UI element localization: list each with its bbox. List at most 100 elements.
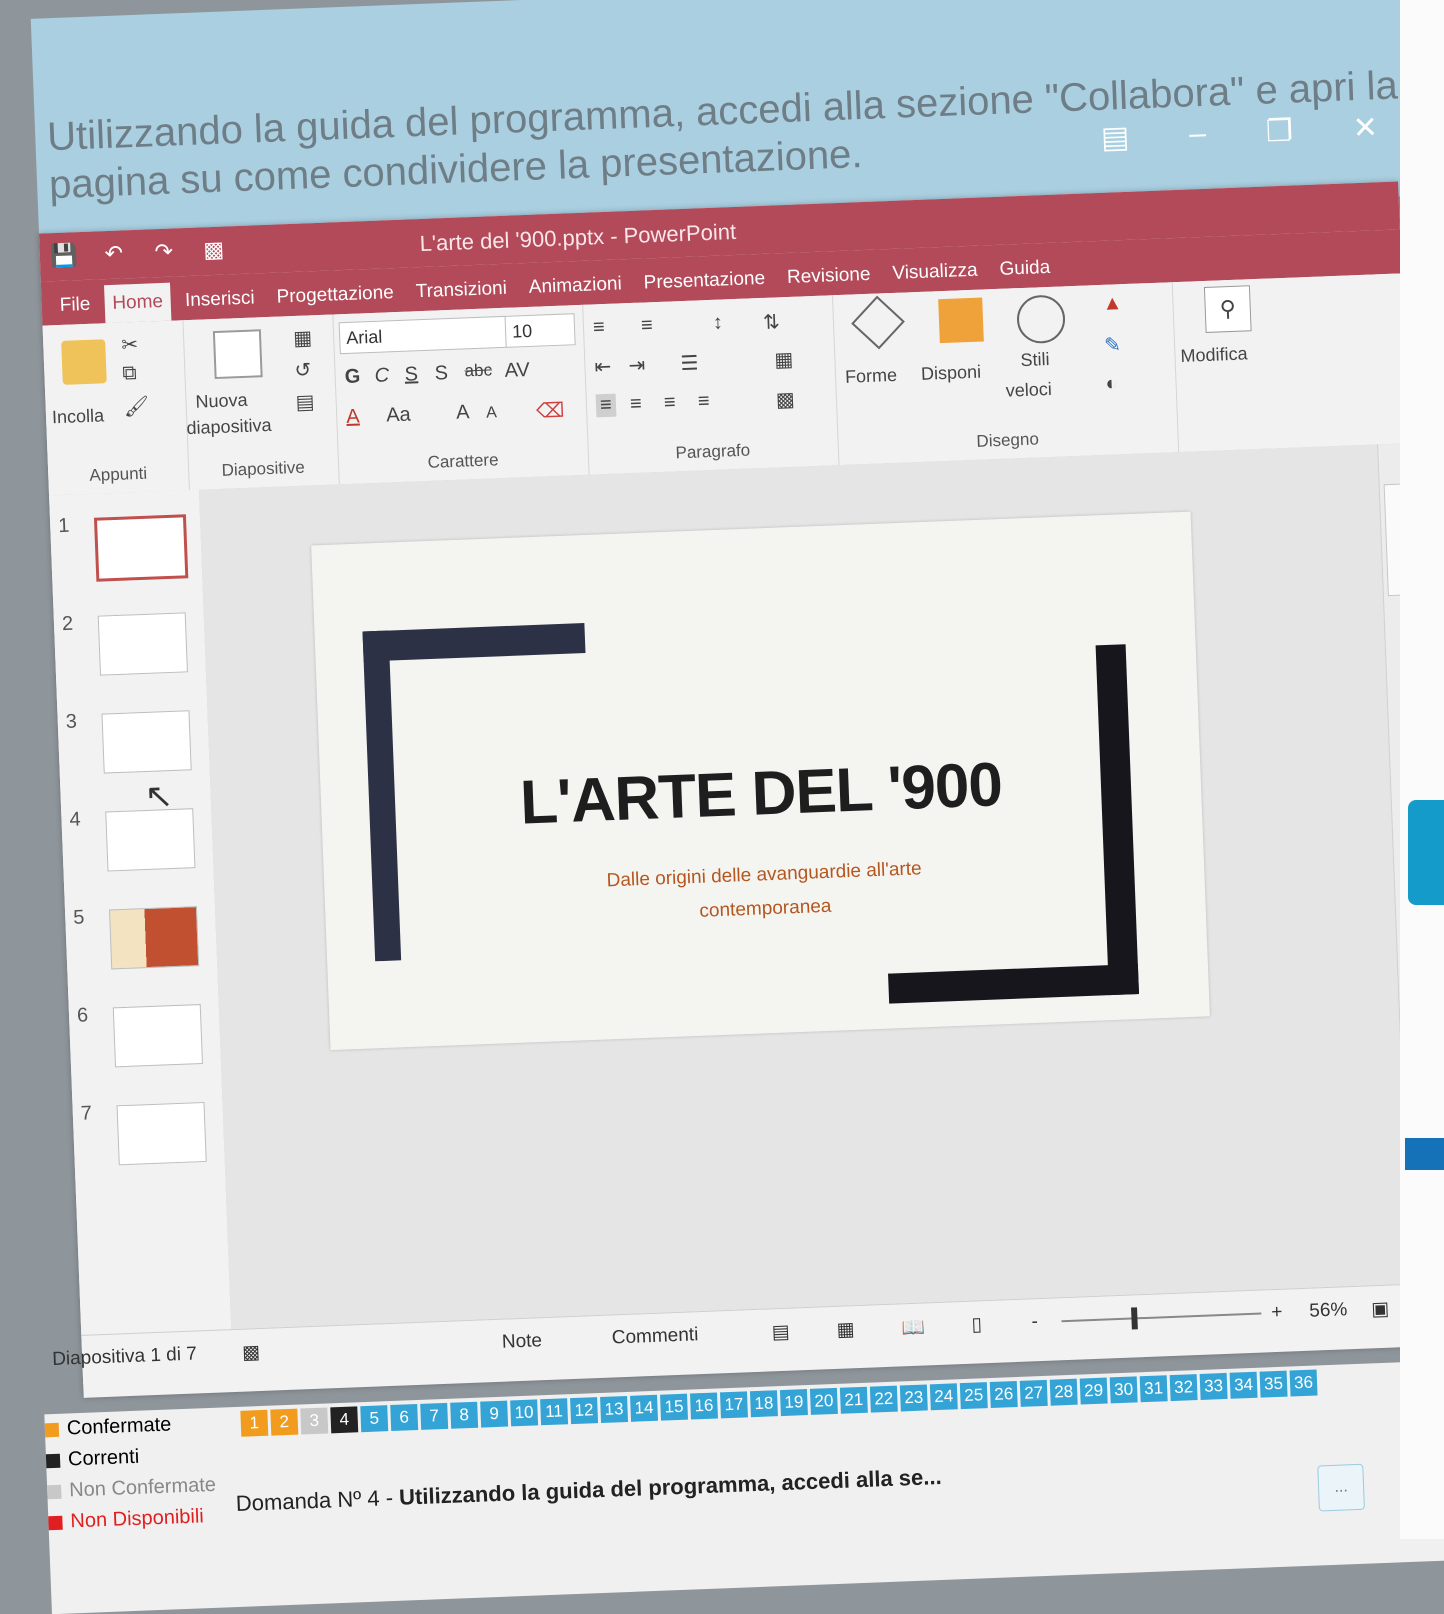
thumbnail-row[interactable]: 6 (77, 999, 220, 1074)
question-number-button[interactable]: 26 (989, 1380, 1018, 1409)
question-number-button[interactable]: 11 (540, 1398, 569, 1426)
paste-icon[interactable] (61, 339, 107, 385)
question-number-button[interactable]: 31 (1139, 1375, 1168, 1403)
clear-format-icon[interactable]: ⌫ (536, 398, 565, 424)
zoom-out-button[interactable]: - (1031, 1311, 1038, 1333)
question-number-button[interactable]: 6 (390, 1404, 419, 1432)
question-number-button[interactable]: 36 (1289, 1369, 1318, 1397)
question-number-button[interactable]: 18 (749, 1390, 778, 1418)
align-text-icon[interactable]: ▦ (774, 347, 794, 373)
comments-button[interactable]: Commenti (611, 1324, 698, 1349)
thumbnail-row[interactable]: 1 (58, 510, 201, 585)
more-button[interactable]: ... (1317, 1463, 1365, 1512)
bold-button[interactable]: G (344, 365, 360, 389)
question-number-button[interactable]: 3 (300, 1407, 329, 1435)
normal-view-icon[interactable]: ▤ (771, 1321, 790, 1345)
shapes-button[interactable]: Forme (845, 365, 898, 388)
align-right-icon[interactable]: ≡ (664, 391, 677, 414)
shapes-icon[interactable] (851, 295, 905, 350)
question-number-button[interactable]: 5 (360, 1405, 389, 1433)
slideshow-icon[interactable]: ▯ (971, 1313, 982, 1336)
new-slide-icon[interactable] (212, 329, 263, 380)
thumbnail-row[interactable]: 3 (65, 706, 208, 781)
tab-help[interactable]: Guida (991, 249, 1059, 290)
format-painter-icon[interactable]: 🖌 (123, 394, 149, 420)
thumbnail-row[interactable]: 7 (80, 1097, 223, 1172)
minimize-icon[interactable]: – (1189, 117, 1207, 153)
slide-thumbnail[interactable] (112, 1004, 203, 1068)
save-icon[interactable]: 💾 (49, 242, 78, 269)
start-from-beginning-icon[interactable]: ▩ (199, 236, 228, 263)
question-number-button[interactable]: 27 (1019, 1379, 1048, 1407)
close-icon[interactable]: ✕ (1352, 110, 1378, 146)
tab-view[interactable]: Visualizza (884, 251, 987, 293)
italic-button[interactable]: C (374, 364, 389, 388)
align-left-icon[interactable]: ≡ (595, 393, 617, 418)
font-size-field[interactable]: 10 (504, 313, 576, 348)
tab-review[interactable]: Revisione (778, 255, 879, 297)
shrink-font-button[interactable]: A (486, 404, 497, 422)
thumbnail-row[interactable]: 4 (69, 804, 212, 879)
question-number-button[interactable]: 24 (929, 1383, 958, 1411)
zoom-slider-handle[interactable] (1131, 1307, 1138, 1330)
question-number-button[interactable]: 15 (660, 1393, 689, 1421)
question-number-button[interactable]: 25 (959, 1382, 988, 1410)
slide-thumbnail[interactable] (101, 710, 192, 774)
tab-animations[interactable]: Animazioni (520, 265, 630, 307)
grow-font-button[interactable]: A (456, 401, 470, 424)
undo-icon[interactable]: ↶ (99, 240, 128, 267)
font-color-button[interactable]: A (346, 406, 360, 429)
restore-icon[interactable]: ❐ (1265, 113, 1293, 149)
question-number-button[interactable]: 17 (719, 1391, 748, 1419)
justify-icon[interactable]: ≡ (698, 390, 711, 413)
tab-insert[interactable]: Inserisci (176, 279, 263, 320)
shape-fill-icon[interactable]: ▲ (1102, 292, 1123, 316)
question-number-button[interactable]: 14 (630, 1394, 659, 1422)
text-direction-icon[interactable]: ⇅ (762, 309, 781, 335)
question-number-button[interactable]: 35 (1259, 1370, 1288, 1398)
reset-icon[interactable]: ↺ (294, 357, 312, 383)
question-number-button[interactable]: 20 (809, 1387, 838, 1415)
question-number-button[interactable]: 32 (1169, 1374, 1198, 1402)
arrange-button[interactable]: Disponi (921, 362, 982, 385)
underline-button[interactable]: S (404, 363, 418, 386)
question-number-button[interactable]: 34 (1229, 1371, 1258, 1399)
numbering-icon[interactable]: ≡ (641, 314, 654, 337)
shape-effects-icon[interactable]: ◐ (1105, 372, 1118, 395)
cut-icon[interactable]: ✂ (121, 332, 139, 358)
question-number-button[interactable]: 4 (330, 1406, 359, 1434)
change-case-button[interactable]: Aa (386, 404, 411, 428)
new-slide-button[interactable]: Nuova (195, 390, 248, 413)
quick-styles-icon[interactable] (1016, 294, 1066, 345)
align-center-icon[interactable]: ≡ (630, 393, 643, 416)
zoom-level[interactable]: 56% (1309, 1299, 1348, 1322)
font-name-field[interactable]: Arial (338, 315, 508, 355)
side-action-button[interactable] (1408, 800, 1444, 905)
zoom-in-button[interactable]: + (1271, 1302, 1283, 1324)
question-number-button[interactable]: 2 (270, 1408, 299, 1436)
slide-title[interactable]: L'ARTE DEL '900 (320, 742, 1202, 847)
question-number-button[interactable]: 10 (510, 1399, 539, 1427)
slide-thumbnail[interactable] (116, 1101, 207, 1166)
editing-button[interactable]: Modifica (1180, 343, 1248, 367)
slide-thumbnail[interactable] (105, 808, 196, 872)
question-number-button[interactable]: 23 (899, 1384, 928, 1412)
shape-outline-icon[interactable]: ✎ (1104, 332, 1122, 358)
new-slide-dropdown[interactable]: diapositiva (186, 415, 272, 439)
arrange-icon[interactable] (938, 297, 984, 344)
question-number-button[interactable]: 21 (839, 1386, 868, 1414)
thumbnail-row[interactable]: 5 (73, 901, 216, 976)
question-number-button[interactable]: 33 (1199, 1372, 1228, 1400)
section-icon[interactable]: ▤ (295, 389, 315, 415)
question-number-button[interactable]: 30 (1109, 1376, 1138, 1404)
tab-slideshow[interactable]: Presentazione (635, 260, 774, 303)
fit-slide-icon[interactable]: ▣ (1371, 1298, 1390, 1322)
slide-thumbnail[interactable] (93, 514, 189, 582)
tab-home[interactable]: Home (103, 282, 172, 324)
question-number-button[interactable]: 19 (779, 1389, 808, 1417)
question-number-button[interactable]: 9 (480, 1400, 509, 1428)
question-number-button[interactable]: 16 (690, 1392, 718, 1420)
tab-transitions[interactable]: Transizioni (407, 269, 516, 311)
char-spacing-button[interactable]: AV (504, 359, 530, 383)
tab-file[interactable]: File (51, 285, 99, 325)
